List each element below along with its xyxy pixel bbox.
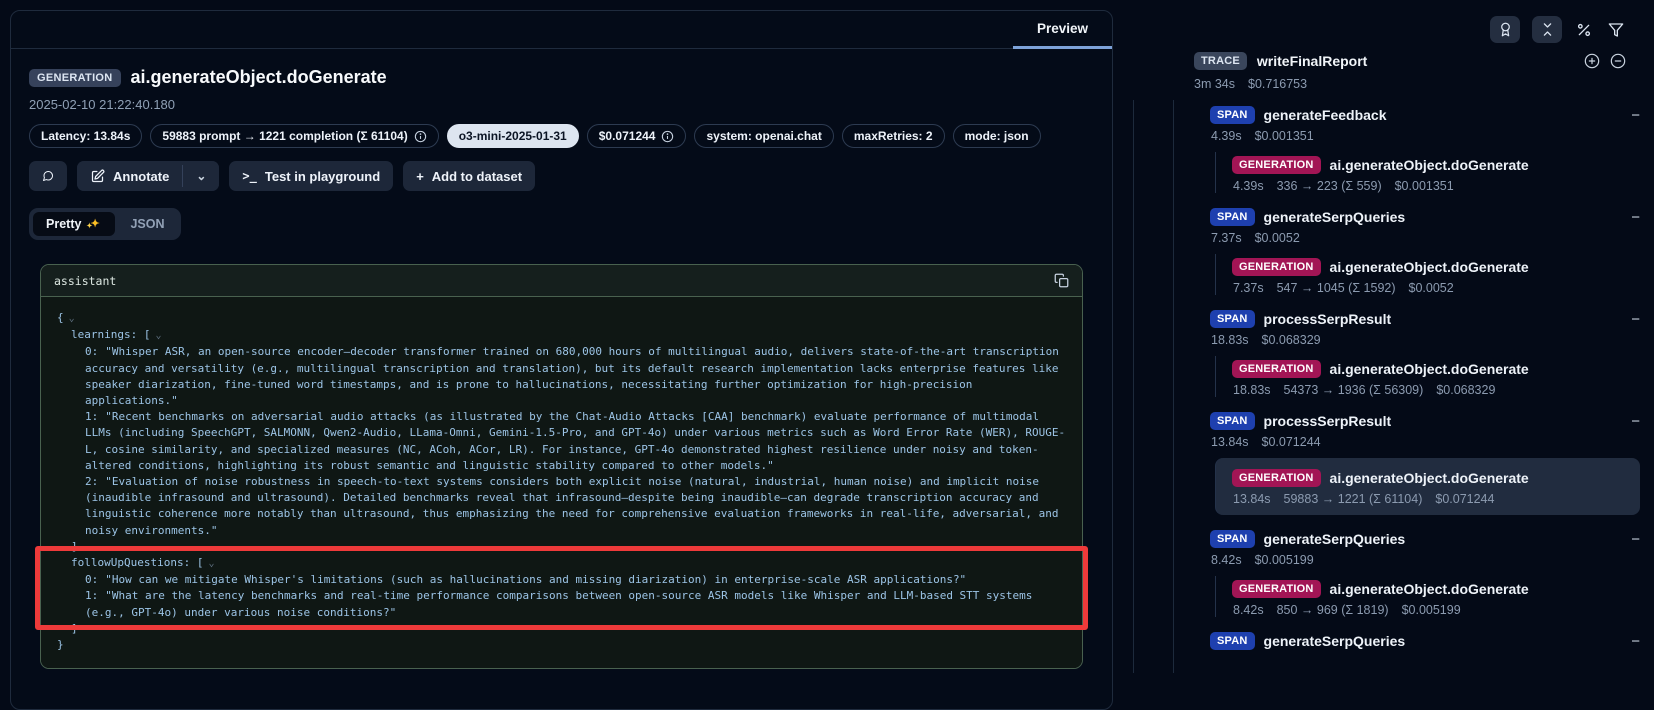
trace-tree-panel: TRACE writeFinalReport 3m 34s$0.716753 S… <box>1125 0 1654 673</box>
span-row[interactable]: SPAN generateSerpQueries − <box>1210 528 1640 550</box>
toggle-pretty[interactable]: Pretty ✦✦ <box>33 212 115 236</box>
system-badge: system: openai.chat <box>694 124 833 148</box>
add-to-dataset-button[interactable]: + Add to dataset <box>403 161 535 191</box>
trace-tree: SPAN generateFeedback − 4.39s$0.001351 G… <box>1125 100 1654 673</box>
observation-type-badge: GENERATION <box>29 69 121 87</box>
learning-item: 1:"Recent benchmarks on adversarial audi… <box>57 409 1068 474</box>
token-usage-badge[interactable]: 59883 prompt → 1221 completion (Σ 61104) <box>150 124 438 148</box>
collapse-chevron-icon[interactable]: ⌄ <box>208 558 214 569</box>
followup-section: followUpQuestions: [⌄ 0:"How can we miti… <box>57 555 1068 637</box>
span-row[interactable]: SPAN processSerpResult − <box>1210 308 1640 330</box>
followup-item: 1:"What are the latency benchmarks and r… <box>57 588 1068 620</box>
collapse-row-icon[interactable]: − <box>1631 312 1640 327</box>
toggle-json[interactable]: JSON <box>117 212 177 236</box>
generation-row[interactable]: GENERATION ai.generateObject.doGenerate <box>1232 256 1640 278</box>
generation-row[interactable]: GENERATION ai.generateObject.doGenerate <box>1232 154 1640 176</box>
annotate-pen-icon <box>90 169 105 184</box>
collapse-panel-icon[interactable] <box>1532 16 1562 43</box>
observation-content: GENERATION ai.generateObject.doGenerate … <box>11 49 1112 669</box>
metadata-badges: Latency: 13.84s 59883 prompt → 1221 comp… <box>29 124 1094 148</box>
learning-item: 0:"Whisper ASR, an open-source encoder–d… <box>57 344 1068 409</box>
comment-icon <box>42 168 54 184</box>
annotate-dropdown-button[interactable]: ⌄ <box>183 161 219 191</box>
trace-name: writeFinalReport <box>1257 53 1367 69</box>
generation-row[interactable]: GENERATION ai.generateObject.doGenerate <box>1232 467 1628 489</box>
max-retries-badge: maxRetries: 2 <box>842 124 945 148</box>
learning-item: 2:"Evaluation of noise robustness in spe… <box>57 474 1068 539</box>
span-row[interactable]: SPAN generateFeedback − <box>1210 104 1640 126</box>
annotate-split-button: Annotate ⌄ <box>77 161 219 191</box>
tab-preview[interactable]: Preview <box>1013 11 1112 49</box>
generation-row[interactable]: GENERATION ai.generateObject.doGenerate <box>1232 358 1640 380</box>
selected-generation[interactable]: GENERATION ai.generateObject.doGenerate … <box>1215 458 1640 515</box>
collapse-all-icon[interactable] <box>1610 53 1626 69</box>
tree-guide-line <box>1133 100 1134 673</box>
view-toggle: Pretty ✦✦ JSON <box>29 208 181 240</box>
annotate-button[interactable]: Annotate <box>77 161 182 191</box>
trace-metrics: 3m 34s$0.716753 <box>1194 77 1307 91</box>
test-in-playground-button[interactable]: >_ Test in playground <box>229 161 393 191</box>
mode-badge: mode: json <box>953 124 1041 148</box>
chevron-down-icon: ⌄ <box>196 170 206 182</box>
span-row[interactable]: SPAN processSerpResult − <box>1210 410 1640 432</box>
observation-detail-panel: Preview GENERATION ai.generateObject.doG… <box>10 10 1113 710</box>
latency-badge: Latency: 13.84s <box>29 124 142 148</box>
tree-guide-line <box>1173 100 1174 673</box>
trace-root-row[interactable]: TRACE writeFinalReport <box>1194 52 1626 70</box>
collapse-row-icon[interactable]: − <box>1631 532 1640 547</box>
observation-timestamp: 2025-02-10 21:22:40.180 <box>29 97 1094 112</box>
collapse-row-icon[interactable]: − <box>1631 414 1640 429</box>
model-badge[interactable]: o3-mini-2025-01-31 <box>447 124 579 148</box>
copy-icon[interactable] <box>1054 273 1069 288</box>
annotation-queue-icon[interactable] <box>1490 16 1520 43</box>
tab-bar: Preview <box>11 11 1112 49</box>
span-row[interactable]: SPAN generateSerpQueries − <box>1210 630 1640 652</box>
info-icon <box>414 130 427 143</box>
plus-icon: + <box>416 169 424 184</box>
expand-all-icon[interactable] <box>1584 53 1600 69</box>
trace-badge: TRACE <box>1194 52 1247 70</box>
assistant-message-body: {⌄ learnings: [⌄ 0:"Whisper ASR, an open… <box>41 297 1082 668</box>
collapse-row-icon[interactable]: − <box>1631 210 1640 225</box>
collapse-row-icon[interactable]: − <box>1631 108 1640 123</box>
message-role-label: assistant <box>54 274 116 288</box>
terminal-icon: >_ <box>242 169 256 183</box>
cost-badge[interactable]: $0.071244 <box>587 124 687 148</box>
info-icon <box>661 130 674 143</box>
generation-row[interactable]: GENERATION ai.generateObject.doGenerate <box>1232 578 1640 600</box>
collapse-row-icon[interactable]: − <box>1631 634 1640 649</box>
followup-item: 0:"How can we mitigate Whisper's limitat… <box>57 572 1068 588</box>
percent-toggle-icon[interactable] <box>1574 22 1594 38</box>
comment-button[interactable] <box>29 161 67 191</box>
page-title: ai.generateObject.doGenerate <box>131 67 387 88</box>
filter-icon[interactable] <box>1606 22 1626 38</box>
assistant-message-panel: assistant {⌄ learnings: [⌄ 0:"Whisper AS… <box>40 264 1083 669</box>
span-row[interactable]: SPAN generateSerpQueries − <box>1210 206 1640 228</box>
sparkles-icon: ✦✦ <box>87 218 102 231</box>
collapse-chevron-icon[interactable]: ⌄ <box>155 330 161 341</box>
collapse-chevron-icon[interactable]: ⌄ <box>69 313 75 324</box>
